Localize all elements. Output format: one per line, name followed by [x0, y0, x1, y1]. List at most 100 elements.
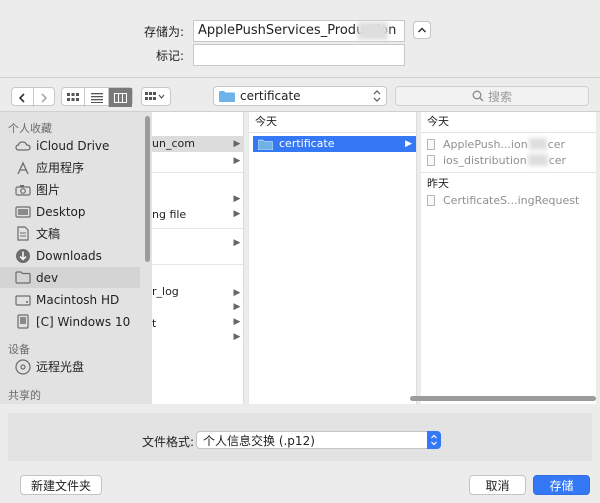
- list-view-button[interactable]: [85, 88, 109, 107]
- list-item[interactable]: [152, 153, 243, 169]
- view-mode-group: [61, 87, 133, 107]
- file-icon: [427, 154, 435, 166]
- updown-chevron-icon: [427, 431, 441, 449]
- column-date-header: 昨天: [427, 177, 449, 190]
- format-select[interactable]: 个人信息交换 (.p12): [196, 431, 441, 449]
- sidebar-item-icloud-drive[interactable]: iCloud Drive: [0, 135, 140, 156]
- file-row-applepush[interactable]: ApplePush...ion cer: [427, 136, 565, 152]
- sidebar-item-dev[interactable]: dev: [0, 267, 140, 288]
- sidebar-item-label: 文稿: [36, 227, 61, 241]
- updown-chevron-icon: [373, 90, 381, 102]
- chevron-right-icon: [41, 92, 47, 103]
- group-icon: [145, 91, 165, 100]
- sidebar-scrollbar[interactable]: [145, 116, 150, 262]
- grid-icon: [67, 92, 80, 101]
- optical-disc-icon: [15, 358, 31, 375]
- sidebar-item-label: [C] Windows 10: [36, 314, 131, 329]
- sidebar-item-pictures[interactable]: 图片: [0, 179, 140, 200]
- arrange-menu-button[interactable]: [141, 87, 171, 106]
- format-value: 个人信息交换 (.p12): [203, 433, 315, 448]
- new-folder-button[interactable]: 新建文件夹: [20, 475, 102, 495]
- chevron-right-icon: ▶: [233, 209, 241, 219]
- devices-header: 设备: [8, 343, 30, 356]
- tags-label: 标记:: [155, 49, 184, 63]
- sidebar-item-label: 应用程序: [36, 161, 85, 175]
- favorites-header: 个人收藏: [8, 122, 52, 135]
- folder-icon: [15, 270, 31, 286]
- chevron-right-icon: ▶: [405, 139, 412, 149]
- sidebar-item-label: 图片: [36, 183, 61, 197]
- list-item[interactable]: ng file: [152, 207, 243, 223]
- icon-view-button[interactable]: [62, 88, 86, 107]
- forward-button[interactable]: [34, 88, 55, 107]
- chevron-right-icon: ▶: [233, 317, 241, 327]
- sidebar-item-label: 远程光盘: [36, 360, 85, 374]
- folder-icon: [219, 91, 235, 102]
- chevron-right-icon: ▶: [233, 288, 241, 298]
- sidebar-item-windows10[interactable]: [C] Windows 10: [0, 311, 140, 332]
- list-item[interactable]: [152, 190, 243, 206]
- camera-icon: [15, 182, 31, 198]
- location-label: certificate: [240, 89, 301, 103]
- applications-icon: [15, 160, 31, 176]
- list-item[interactable]: [152, 232, 243, 248]
- tags-field[interactable]: [193, 44, 405, 66]
- redacted-filename-suffix: [358, 22, 388, 40]
- folder-icon: [258, 139, 273, 150]
- sidebar-item-applications[interactable]: 应用程序: [0, 157, 140, 178]
- file-ext: cer: [548, 153, 567, 167]
- disk-icon: [15, 314, 31, 330]
- column-view-button[interactable]: [108, 88, 132, 107]
- sidebar-item-label: dev: [36, 270, 59, 285]
- chevron-right-icon: ▶: [233, 156, 241, 166]
- row-divider: [152, 228, 243, 229]
- file-name: ApplePush...ion: [443, 137, 528, 151]
- column-date-header: 今天: [421, 112, 596, 133]
- selected-folder-row[interactable]: certificate ▶: [253, 136, 416, 152]
- chevron-right-icon: ▶: [233, 332, 241, 342]
- list-item[interactable]: un_com: [152, 136, 243, 152]
- document-icon: [15, 226, 31, 242]
- chevron-right-icon: ▶: [233, 302, 241, 312]
- chevron-left-icon: [19, 92, 25, 103]
- file-row-csr[interactable]: CertificateS...ingRequest: [427, 192, 579, 208]
- browser-column-2: 今天 certificate ▶: [249, 112, 416, 404]
- file-name: CertificateS...ingRequest: [443, 193, 580, 207]
- location-popup[interactable]: certificate: [213, 86, 387, 106]
- redacted-text: [528, 138, 547, 150]
- file-row-ios-distribution[interactable]: ios_distribution cer: [427, 152, 566, 168]
- save-as-label: 存储为:: [143, 25, 184, 39]
- back-button[interactable]: [12, 88, 34, 107]
- sidebar-item-macintosh-hd[interactable]: Macintosh HD: [0, 289, 140, 310]
- browser-column-3: 今天 ApplePush...ion cer ios_distribution …: [421, 112, 596, 404]
- column-divider: [243, 112, 244, 404]
- list-item[interactable]: [152, 299, 243, 315]
- sidebar-item-label: iCloud Drive: [36, 138, 110, 153]
- sidebar-item-desktop[interactable]: Desktop: [0, 201, 140, 222]
- save-button[interactable]: 存储: [533, 475, 590, 495]
- sidebar-item-label: Desktop: [36, 204, 86, 219]
- list-icon: [90, 92, 103, 103]
- sidebar-item-documents[interactable]: 文稿: [0, 223, 140, 244]
- cloud-icon: [15, 138, 31, 154]
- download-icon: [15, 248, 31, 264]
- expand-dialog-button[interactable]: [413, 21, 431, 39]
- column-divider: [416, 112, 417, 404]
- column-divider: [248, 112, 249, 404]
- sidebar-item-label: Downloads: [36, 248, 102, 263]
- horizontal-scrollbar[interactable]: [410, 396, 596, 401]
- list-item[interactable]: r_log: [152, 284, 243, 300]
- cancel-button[interactable]: 取消: [469, 475, 526, 495]
- list-item[interactable]: [152, 331, 243, 347]
- harddisk-icon: [15, 292, 31, 308]
- list-item[interactable]: t: [152, 316, 243, 332]
- back-forward-group: [11, 87, 55, 107]
- chevron-right-icon: ▶: [233, 238, 241, 248]
- row-divider: [152, 264, 243, 265]
- sidebar-item-label: Macintosh HD: [36, 292, 120, 307]
- column-date-header: 今天: [249, 112, 416, 133]
- search-field[interactable]: 搜索: [395, 86, 589, 106]
- section-divider: [421, 172, 596, 173]
- sidebar-item-remote-disc[interactable]: 远程光盘: [0, 356, 140, 377]
- sidebar-item-downloads[interactable]: Downloads: [0, 245, 140, 266]
